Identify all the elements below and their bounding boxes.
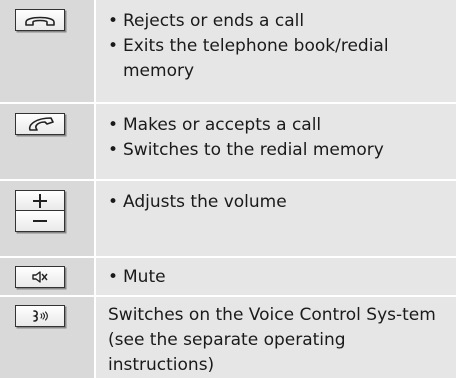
voice-control-description: Switches on the Voice Control Sys-tem (s… bbox=[108, 305, 436, 375]
list-item: Switches to the redial memory bbox=[108, 138, 447, 163]
button-function-table: Rejects or ends a call Exits the telepho… bbox=[0, 0, 456, 378]
key-cell bbox=[0, 0, 96, 104]
description-cell: Rejects or ends a call Exits the telepho… bbox=[95, 0, 456, 104]
volume-down-button[interactable] bbox=[15, 211, 65, 232]
bullet-list: Rejects or ends a call Exits the telepho… bbox=[108, 9, 447, 84]
bullet-list: Adjusts the volume bbox=[108, 190, 447, 215]
table-row: Mute bbox=[0, 257, 456, 297]
table-row: Switches on the Voice Control Sys-tem (s… bbox=[0, 296, 456, 378]
bullet-list: Makes or accepts a call Switches to the … bbox=[108, 113, 447, 163]
mute-icon bbox=[32, 271, 48, 283]
volume-up-button[interactable] bbox=[15, 190, 65, 211]
description-cell: Adjusts the volume bbox=[95, 180, 456, 258]
list-item: Adjusts the volume bbox=[108, 190, 447, 215]
description-cell: Mute bbox=[95, 257, 456, 297]
plus-icon bbox=[33, 193, 47, 208]
key-cell bbox=[0, 296, 96, 378]
description-cell: Makes or accepts a call Switches to the … bbox=[95, 103, 456, 181]
table-row: Makes or accepts a call Switches to the … bbox=[0, 103, 456, 181]
minus-icon bbox=[33, 220, 47, 222]
list-item: Mute bbox=[108, 265, 447, 290]
list-item: Makes or accepts a call bbox=[108, 113, 447, 138]
mute-button[interactable] bbox=[15, 266, 65, 288]
key-cell bbox=[0, 103, 96, 181]
list-item: Exits the telephone book/redial memory bbox=[108, 34, 447, 84]
key-cell bbox=[0, 257, 96, 297]
table-row: Rejects or ends a call Exits the telepho… bbox=[0, 0, 456, 104]
voice-control-icon bbox=[32, 310, 48, 322]
accept-call-icon bbox=[28, 117, 54, 131]
volume-rocker bbox=[15, 190, 65, 232]
list-item: Rejects or ends a call bbox=[108, 9, 447, 34]
accept-call-button[interactable] bbox=[15, 113, 65, 135]
table-row: Adjusts the volume bbox=[0, 180, 456, 258]
end-call-icon bbox=[25, 16, 55, 26]
key-cell bbox=[0, 180, 96, 258]
end-call-button[interactable] bbox=[15, 9, 65, 31]
description-cell: Switches on the Voice Control Sys-tem (s… bbox=[95, 296, 456, 378]
voice-control-button[interactable] bbox=[15, 305, 65, 327]
bullet-list: Mute bbox=[108, 265, 447, 290]
